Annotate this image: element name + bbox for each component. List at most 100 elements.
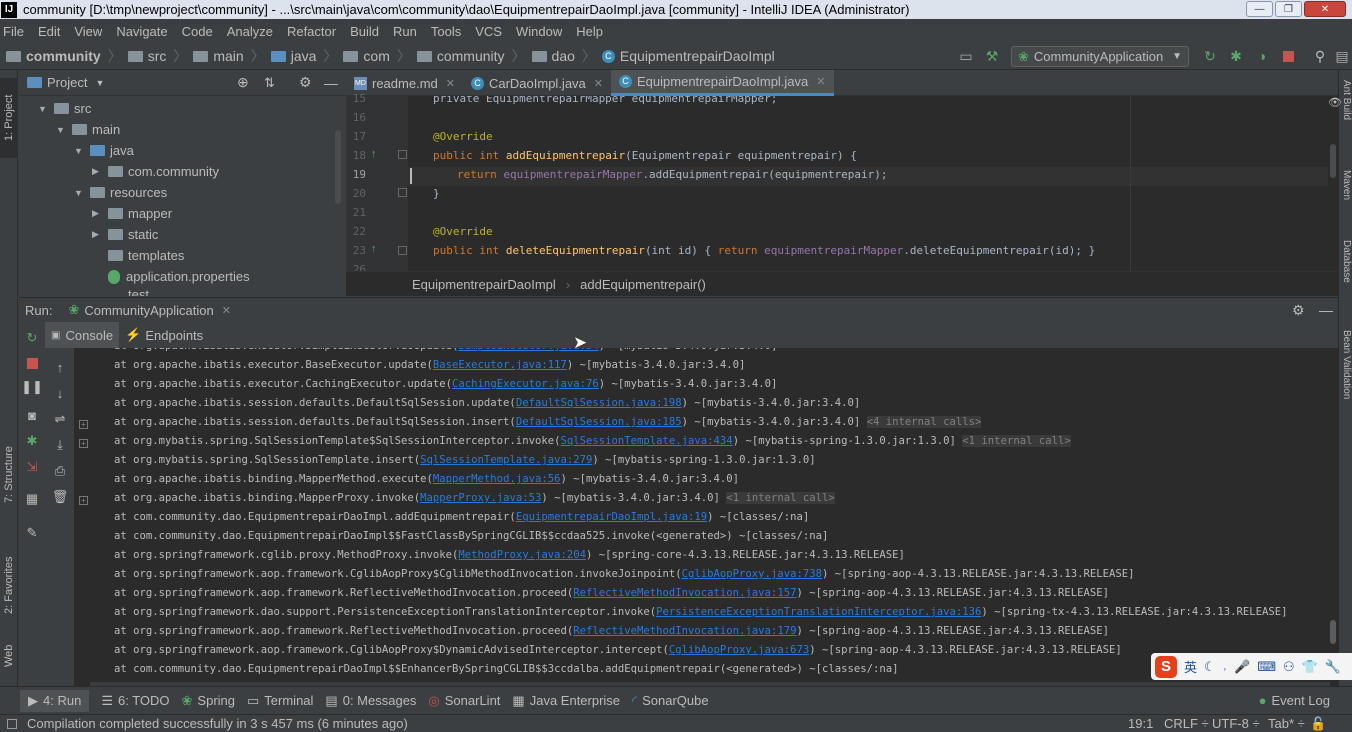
breadcrumb-class[interactable]: EquipmentrepairDaoImpl <box>412 277 556 292</box>
tab-favorites-tool[interactable]: 2: Favorites <box>0 540 18 630</box>
tree-item-application-properties[interactable]: application.properties <box>108 266 250 287</box>
layout-icon[interactable]: ▦ <box>25 491 39 506</box>
crumb-com[interactable]: com 〉 <box>343 46 411 66</box>
tool-terminal[interactable]: ▭ Terminal <box>247 693 313 709</box>
rerun-icon[interactable]: ↻ <box>25 330 39 345</box>
internal-calls-fold[interactable]: <1 internal call> <box>962 435 1071 447</box>
tab-cardaoimpl[interactable]: C CarDaoImpl.java ✕ <box>463 70 611 96</box>
stacktrace-link[interactable]: ReflectiveMethodInvocation.java:157 <box>573 587 796 599</box>
gear-icon[interactable]: ⚙ <box>299 74 312 91</box>
locate-icon[interactable]: ⊕ <box>237 74 249 91</box>
close-tab-icon[interactable]: ✕ <box>816 75 825 88</box>
menu-window[interactable]: Window <box>516 24 562 39</box>
stacktrace-link[interactable]: DefaultSqlSession.java:185 <box>516 416 682 428</box>
code-view[interactable]: private EquipmentrepairMapper equipmentr… <box>408 96 1328 271</box>
tab-project-tool[interactable]: 1: Project <box>0 78 18 158</box>
rerun-icon[interactable]: ↻ <box>1202 48 1218 64</box>
arrow-up-icon[interactable]: ↑ <box>53 360 67 375</box>
line-separator[interactable]: CRLF ÷ <box>1164 716 1209 731</box>
minimize-button[interactable]: — <box>1246 1 1273 17</box>
menu-build[interactable]: Build <box>350 24 379 39</box>
stacktrace-link[interactable]: SqlSessionTemplate.java:279 <box>420 454 592 466</box>
chevron-down-icon[interactable]: ▼ <box>95 78 104 88</box>
stacktrace-link[interactable]: BaseExecutor.java:117 <box>433 359 567 371</box>
tool-messages[interactable]: ▤ 0: Messages <box>325 693 416 709</box>
expand-fold-icon[interactable]: + <box>79 439 88 448</box>
close-tab-icon[interactable]: ✕ <box>222 304 231 317</box>
console-scrollbar[interactable] <box>1330 620 1336 644</box>
project-scrollbar[interactable] <box>335 130 341 204</box>
stacktrace-link[interactable]: SqlSessionTemplate.java:434 <box>560 435 732 447</box>
moon-icon[interactable]: ☾ <box>1204 659 1216 675</box>
trash-icon[interactable]: 🗑 <box>52 489 69 504</box>
tree-item-main[interactable]: ▼ main <box>56 119 120 140</box>
editor-scrollbar[interactable] <box>1330 144 1336 178</box>
stacktrace-link[interactable]: CglibAopProxy.java:738 <box>682 568 822 580</box>
stop-icon[interactable] <box>1280 48 1296 64</box>
ime-mode[interactable]: 英 <box>1184 657 1197 676</box>
debug-icon[interactable]: ✱ <box>1228 48 1244 64</box>
stacktrace-link[interactable]: CglibAopProxy.java:673 <box>669 644 809 656</box>
tree-item-test[interactable]: test <box>108 287 149 296</box>
stacktrace-link[interactable]: CachingExecutor.java:76 <box>452 378 599 390</box>
fold-marker-icon[interactable] <box>398 246 407 255</box>
stacktrace-link[interactable]: DefaultSqlSession.java:198 <box>516 397 682 409</box>
stop-icon[interactable] <box>25 356 39 370</box>
tab-console[interactable]: ▣ Console <box>45 322 120 348</box>
lock-icon[interactable]: 🔓 <box>1310 716 1326 732</box>
tab-ant-build[interactable]: Ant Build <box>1338 80 1352 150</box>
tree-item-java[interactable]: ▼ java <box>74 140 134 161</box>
expand-fold-icon[interactable]: + <box>79 496 88 505</box>
crumb-project[interactable]: community 〉 <box>6 46 122 66</box>
console-output[interactable]: at org.apache.ibatis.executor.SimpleExec… <box>75 348 1338 686</box>
print-icon[interactable]: ⎙ <box>53 463 67 478</box>
toggle-panels-icon[interactable] <box>7 718 17 729</box>
exit-icon[interactable]: ⇲ <box>25 459 39 474</box>
punctuation-icon[interactable]: ˒ <box>1223 659 1227 674</box>
status-message[interactable]: Compilation completed successfully in 3 … <box>27 716 408 731</box>
search-icon[interactable]: ⚲ <box>1312 48 1328 64</box>
run-config-tab[interactable]: CommunityApplication <box>84 303 213 318</box>
tab-web-tool[interactable]: Web <box>0 636 18 676</box>
menu-edit[interactable]: Edit <box>38 24 60 39</box>
shirt-icon[interactable]: 👕 <box>1302 659 1318 675</box>
soft-wrap-icon[interactable]: ⇌ <box>53 411 67 426</box>
crumb-java[interactable]: java 〉 <box>270 46 337 66</box>
eye-icon[interactable]: 👁 <box>1328 96 1342 109</box>
file-encoding[interactable]: UTF-8 ÷ <box>1212 716 1260 731</box>
tree-item-src[interactable]: ▼ src <box>38 98 91 119</box>
scroll-to-end-icon[interactable]: ⤓ <box>53 437 67 452</box>
tool-spring[interactable]: ❀ Spring <box>182 693 235 709</box>
tree-item-package[interactable]: ▶ com.community <box>92 161 219 182</box>
implements-marker-icon[interactable]: ↑ <box>371 148 377 160</box>
stacktrace-link[interactable]: MapperMethod.java:56 <box>433 473 561 485</box>
tab-database[interactable]: Database <box>1338 240 1352 310</box>
menu-analyze[interactable]: Analyze <box>227 24 273 39</box>
pin-icon[interactable]: ✎ <box>25 525 39 540</box>
run-configuration-select[interactable]: ❀ CommunityApplication ▼ <box>1011 46 1189 67</box>
tool-sonarlint[interactable]: ◎ SonarLint <box>428 693 500 709</box>
menu-code[interactable]: Code <box>182 24 213 39</box>
gear-icon[interactable]: ⚙ <box>1292 302 1305 319</box>
menu-tools[interactable]: Tools <box>431 24 461 39</box>
hide-icon[interactable]: — <box>1319 302 1333 318</box>
crumb-dao[interactable]: dao 〉 <box>531 46 596 66</box>
internal-calls-fold[interactable]: <4 internal calls> <box>866 416 982 428</box>
fold-marker-icon[interactable] <box>398 150 407 159</box>
tool-sonarqube[interactable]: ◜ SonarQube <box>632 693 709 709</box>
close-tab-icon[interactable]: ✕ <box>446 77 455 90</box>
stacktrace-link[interactable]: MethodProxy.java:204 <box>458 549 586 561</box>
coverage-icon[interactable]: ◑ <box>1254 48 1270 64</box>
cursor-position[interactable]: 19:1 <box>1128 716 1153 731</box>
close-button[interactable]: ✕ <box>1304 1 1346 17</box>
expand-fold-icon[interactable]: + <box>79 420 88 429</box>
close-tab-icon[interactable]: ✕ <box>594 77 603 90</box>
menu-file[interactable]: File <box>3 24 24 39</box>
implements-marker-icon[interactable]: ↑ <box>371 243 377 255</box>
crumb-src[interactable]: src 〉 <box>127 46 187 66</box>
keyboard-icon[interactable]: ⌨ <box>1257 659 1276 675</box>
camera-icon[interactable]: ◙ <box>25 408 39 423</box>
tool-todo[interactable]: ☰ 6: TODO <box>101 693 169 709</box>
tab-equipmentrepairdaoimpl[interactable]: C EquipmentrepairDaoImpl.java ✕ <box>611 70 834 96</box>
debug-icon[interactable]: ✱ <box>25 433 39 448</box>
